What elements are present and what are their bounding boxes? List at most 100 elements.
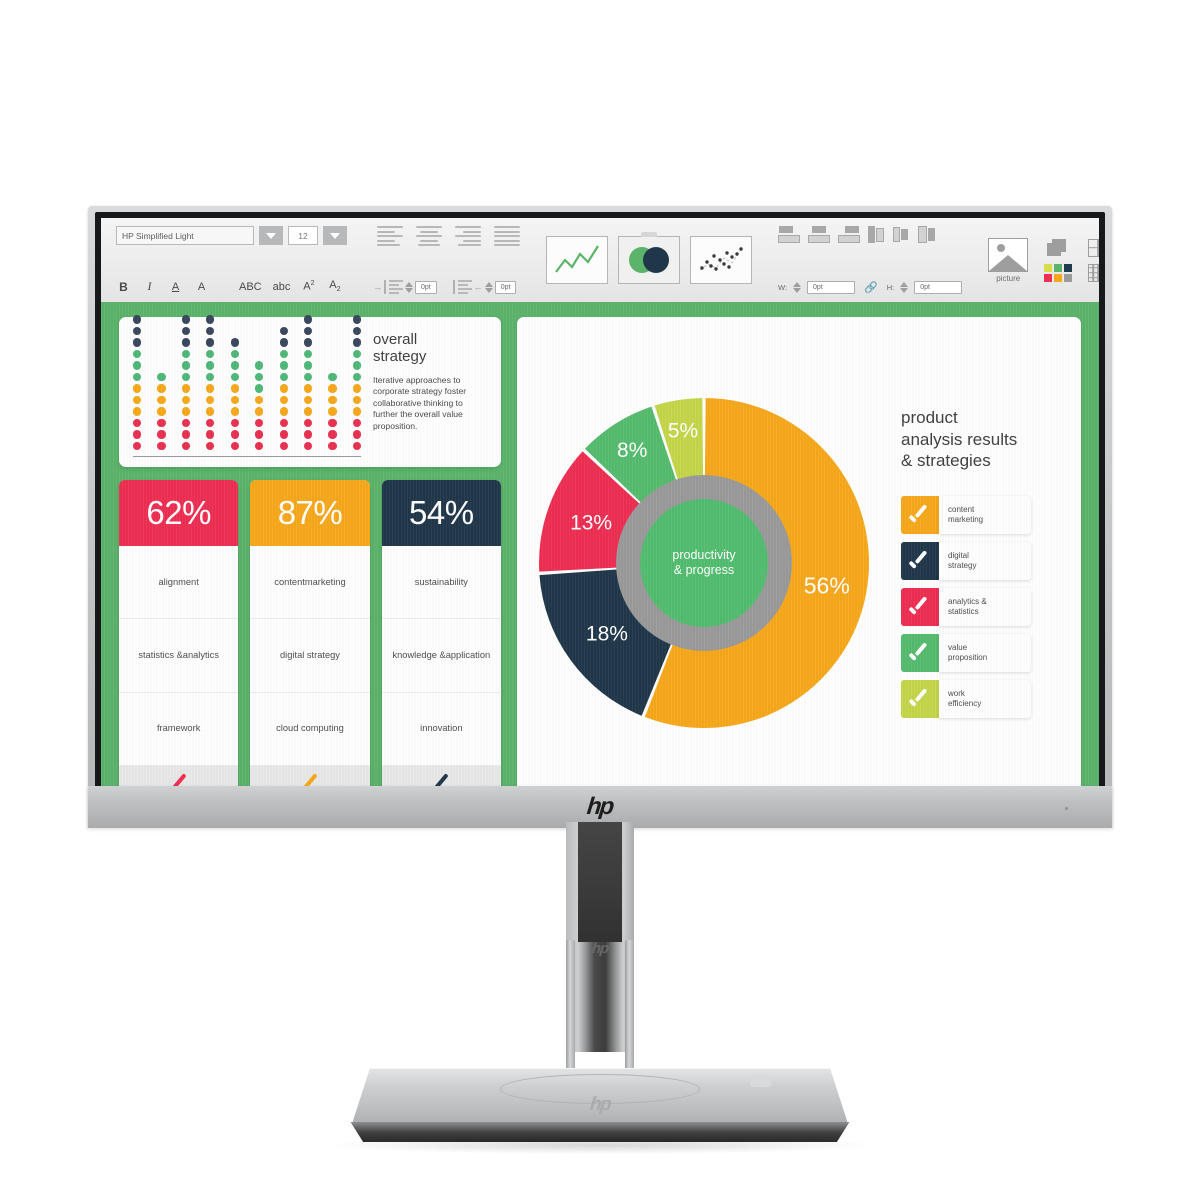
legend-item[interactable]: analytics & statistics: [901, 588, 1031, 627]
uppercase-button[interactable]: ABC: [239, 281, 262, 293]
dot-marker: [352, 441, 361, 450]
shapes-icon[interactable]: [1047, 238, 1069, 258]
font-size-dropdown-icon[interactable]: [323, 226, 347, 245]
monitor-screen: HP Simplified Light 12 B I A A ABC abc A…: [101, 218, 1099, 828]
dot-marker: [328, 407, 337, 416]
color-palette-icon[interactable]: [1044, 263, 1073, 282]
align-h-left-icon[interactable]: [868, 226, 885, 243]
legend-item[interactable]: digital strategy: [901, 542, 1031, 581]
dot-marker: [279, 384, 288, 393]
font-size-input[interactable]: 12: [288, 226, 318, 245]
legend-item[interactable]: value proposition: [901, 634, 1031, 673]
height-spinner[interactable]: [900, 282, 909, 293]
slide-left-column: overall strategy Iterative approaches to…: [119, 315, 501, 808]
dot-marker: [230, 338, 239, 347]
dot-marker: [328, 430, 337, 439]
subscript-button[interactable]: A2: [327, 279, 342, 293]
dot-marker: [181, 384, 191, 393]
dot-marker: [303, 338, 313, 347]
arrange-middle-icon[interactable]: [808, 226, 830, 243]
dot-marker: [206, 430, 215, 439]
donut-center-line2: & progress: [673, 562, 735, 577]
dot-marker: [181, 395, 191, 405]
dot-marker: [181, 441, 191, 450]
dot-marker: [303, 361, 313, 370]
dot-marker: [206, 315, 215, 324]
width-label: W:: [778, 283, 788, 292]
align-h-right-icon[interactable]: [918, 226, 935, 243]
legend-label: analytics & statistics: [939, 588, 1031, 627]
font-name-dropdown-icon[interactable]: [259, 226, 283, 245]
dot-marker: [206, 361, 215, 370]
italic-button[interactable]: I: [142, 279, 157, 294]
dot-column: [230, 338, 239, 450]
dot-marker: [352, 384, 361, 393]
dot-marker: [133, 315, 142, 324]
align-center-icon[interactable]: [416, 226, 442, 246]
dot-marker: [255, 395, 264, 405]
picture-icon: [988, 237, 1029, 272]
align-h-center-icon[interactable]: [893, 226, 910, 243]
align-justify-icon[interactable]: [494, 226, 520, 246]
dot-marker: [181, 407, 191, 416]
dot-marker: [255, 361, 264, 370]
stat-card-value: 54%: [381, 480, 501, 546]
table-grid-icon[interactable]: [1088, 238, 1099, 257]
indent-left-value[interactable]: 0pt: [415, 280, 437, 294]
arrange-top-icon[interactable]: [778, 226, 800, 243]
legend-label: content marketing: [939, 496, 1031, 535]
align-right-icon[interactable]: [455, 226, 481, 246]
dot-marker: [181, 349, 191, 359]
venn-chart-icon[interactable]: [618, 232, 680, 284]
dot-marker: [255, 418, 264, 428]
donut-slice-label: 13%: [570, 511, 612, 534]
indent-increase-control[interactable]: → 0pt: [373, 280, 437, 294]
legend-item[interactable]: work efficiency: [901, 680, 1031, 719]
line-chart-icon[interactable]: [546, 236, 608, 284]
bold-button[interactable]: B: [116, 280, 131, 294]
align-left-icon[interactable]: [377, 226, 403, 246]
monitor-bezel: HP Simplified Light 12 B I A A ABC abc A…: [95, 212, 1105, 828]
dot-marker: [133, 361, 142, 370]
underline-button[interactable]: A: [168, 281, 183, 293]
dot-marker: [157, 430, 166, 439]
check-icon: [908, 504, 930, 523]
width-spinner[interactable]: [793, 282, 802, 293]
width-input[interactable]: 0pt: [807, 281, 856, 294]
link-icon[interactable]: 🔗: [864, 281, 878, 294]
stat-card-row: alignment: [119, 546, 239, 620]
arrange-bottom-icon[interactable]: [838, 226, 860, 243]
dot-marker: [230, 395, 239, 405]
dot-column: [328, 372, 337, 450]
dot-marker: [133, 430, 142, 439]
font-color-button[interactable]: A: [194, 281, 209, 293]
stand-leg-right: [625, 940, 634, 1080]
dot-marker: [352, 315, 361, 324]
dot-column: [206, 315, 215, 450]
dot-marker: [279, 326, 288, 336]
check-icon: [908, 596, 930, 615]
height-input[interactable]: 0pt: [914, 281, 963, 294]
dot-marker: [328, 418, 337, 428]
strategy-body: Iterative approaches to corporate strate…: [373, 374, 467, 431]
indent-arrow-left-icon: ←: [473, 282, 483, 292]
indent-right-value[interactable]: 0pt: [494, 280, 517, 294]
donut-slice-label: 8%: [617, 438, 647, 461]
indent-left-spinner[interactable]: [405, 281, 413, 293]
dot-marker: [303, 407, 313, 416]
superscript-button[interactable]: A2: [301, 280, 316, 293]
indent-decrease-control[interactable]: ← 0pt: [452, 280, 517, 294]
picture-button[interactable]: picture: [988, 237, 1029, 283]
scatter-chart-icon[interactable]: [690, 236, 752, 284]
chart-tab-handle: [641, 232, 657, 237]
donut-slice-label: 56%: [804, 572, 850, 598]
font-name-input[interactable]: HP Simplified Light: [116, 226, 254, 245]
presentation-slide: overall strategy Iterative approaches to…: [101, 302, 1099, 828]
legend-swatch: [901, 496, 939, 535]
dot-marker: [206, 326, 215, 336]
lowercase-button[interactable]: abc: [273, 281, 291, 293]
dot-marker: [206, 372, 215, 382]
legend-item[interactable]: content marketing: [901, 496, 1031, 535]
table-grid-9-icon[interactable]: [1088, 263, 1099, 282]
indent-right-spinner[interactable]: [484, 281, 493, 293]
